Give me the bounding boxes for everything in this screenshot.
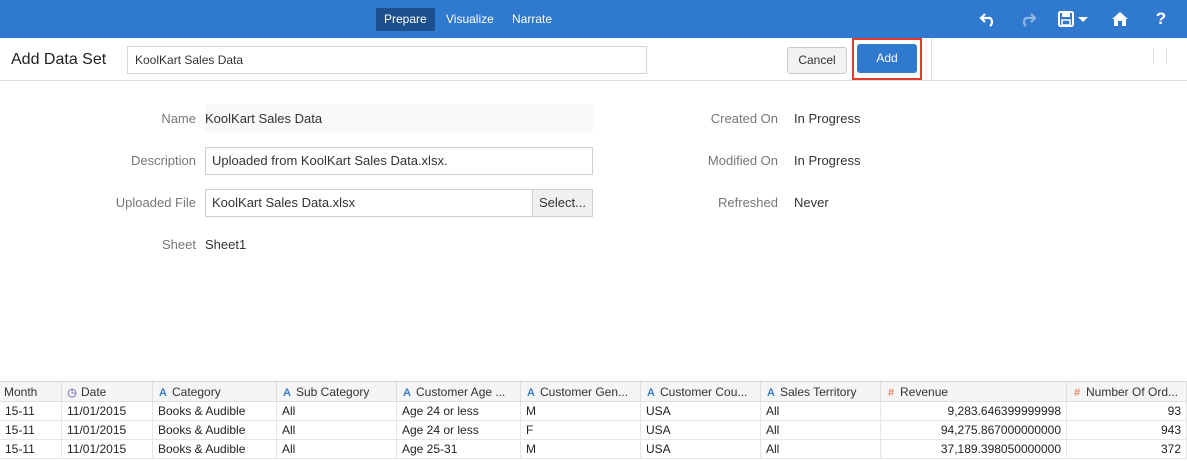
text-type-icon: A [527, 387, 535, 399]
column-header[interactable]: A Customer Gen... [521, 382, 641, 402]
table-cell: Books & Audible [153, 402, 277, 421]
description-label: Description [130, 153, 196, 168]
table-cell: 11/01/2015 [62, 440, 153, 459]
date-type-icon: ◷ [67, 387, 77, 399]
column-header[interactable]: A Sales Territory [761, 382, 881, 402]
help-icon[interactable]: ? [1149, 8, 1173, 30]
table-cell: 9,283.646399999998 [881, 402, 1067, 421]
table-cell: 15-11 [0, 440, 62, 459]
table-cell: USA [641, 421, 761, 440]
table-cell: 943 [1067, 421, 1187, 440]
number-type-icon: # [887, 387, 895, 399]
table-cell: All [761, 421, 881, 440]
description-field[interactable]: Uploaded from KoolKart Sales Data.xlsx. [205, 147, 593, 175]
refreshed-label: Refreshed [718, 195, 778, 210]
modified-on-label: Modified On [707, 153, 778, 168]
undo-icon[interactable] [976, 8, 1000, 30]
created-on-value: In Progress [794, 111, 861, 126]
refreshed-value: Never [794, 195, 829, 210]
table-cell: 37,189.398050000000 [881, 440, 1067, 459]
table-cell: Age 25-31 [397, 440, 521, 459]
column-header-label: Sub Category [296, 385, 370, 399]
table-cell: 93 [1067, 402, 1187, 421]
text-type-icon: A [283, 387, 291, 399]
column-header[interactable]: Month [0, 382, 62, 402]
tab-narrate[interactable]: Narrate [504, 8, 560, 31]
table-cell: Books & Audible [153, 440, 277, 459]
save-icon[interactable] [1056, 8, 1092, 30]
column-header[interactable]: A Category [153, 382, 277, 402]
sheet-value: Sheet1 [205, 237, 247, 252]
table-cell: All [277, 421, 397, 440]
name-value: KoolKart Sales Data [205, 111, 323, 126]
table-cell: M [521, 402, 641, 421]
column-header[interactable]: # Revenue [881, 382, 1067, 402]
header-divider [1166, 48, 1167, 64]
sheet-label: Sheet [162, 237, 196, 252]
table-cell: 15-11 [0, 421, 62, 440]
tab-visualize[interactable]: Visualize [438, 8, 502, 31]
column-header-label: Customer Age ... [416, 385, 506, 399]
column-header[interactable]: A Sub Category [277, 382, 397, 402]
column-header-label: Date [81, 385, 107, 399]
home-icon[interactable] [1108, 8, 1132, 30]
column-header-label: Sales Territory [780, 385, 857, 399]
column-header-label: Number Of Ord... [1086, 385, 1179, 399]
column-header-label: Customer Gen... [540, 385, 629, 399]
column-header-label: Category [172, 385, 221, 399]
dialog-header: Add Data Set Cancel Add [0, 38, 1187, 81]
table-cell: 11/01/2015 [62, 402, 153, 421]
column-header-label: Month [4, 385, 38, 399]
table-cell: F [521, 421, 641, 440]
redo-icon[interactable] [1016, 8, 1040, 30]
table-cell: 372 [1067, 440, 1187, 459]
header-divider [931, 38, 932, 80]
number-type-icon: # [1073, 387, 1081, 399]
table-cell: USA [641, 402, 761, 421]
created-on-label: Created On [710, 111, 778, 126]
table-cell: All [277, 440, 397, 459]
page-title: Add Data Set [11, 51, 107, 68]
table-cell: 15-11 [0, 402, 62, 421]
text-type-icon: A [159, 387, 167, 399]
name-label: Name [161, 111, 196, 126]
column-header-label: Customer Cou... [660, 385, 748, 399]
table-cell: All [761, 402, 881, 421]
cancel-button[interactable]: Cancel [787, 47, 847, 74]
column-header[interactable]: ◷ Date [62, 382, 153, 402]
text-type-icon: A [647, 387, 655, 399]
uploaded-file-label: Uploaded File [115, 195, 196, 210]
table-cell: USA [641, 440, 761, 459]
table-cell: Age 24 or less [397, 402, 521, 421]
tab-prepare[interactable]: Prepare [376, 8, 435, 31]
table-cell: 11/01/2015 [62, 421, 153, 440]
column-header[interactable]: A Customer Cou... [641, 382, 761, 402]
header-divider [1153, 48, 1154, 64]
table-cell: All [277, 402, 397, 421]
table-cell: M [521, 440, 641, 459]
data-preview-grid: Month ◷ Date A Category A Sub Category A Custome… [0, 381, 1187, 461]
dataset-name-input[interactable] [127, 46, 647, 74]
column-header[interactable]: # Number Of Ord... [1067, 382, 1187, 402]
modified-on-value: In Progress [794, 153, 861, 168]
text-type-icon: A [767, 387, 775, 399]
add-button[interactable]: Add [857, 44, 917, 73]
text-type-icon: A [403, 387, 411, 399]
select-file-button[interactable]: Select... [532, 189, 593, 217]
uploaded-file-field[interactable]: KoolKart Sales Data.xlsx [205, 189, 533, 217]
column-header[interactable]: A Customer Age ... [397, 382, 521, 402]
table-cell: Age 24 or less [397, 421, 521, 440]
table-cell: All [761, 440, 881, 459]
table-cell: 94,275.867000000000 [881, 421, 1067, 440]
table-cell: Books & Audible [153, 421, 277, 440]
column-header-label: Revenue [900, 385, 949, 399]
top-toolbar: Prepare Visualize Narrate ? [0, 0, 1187, 38]
